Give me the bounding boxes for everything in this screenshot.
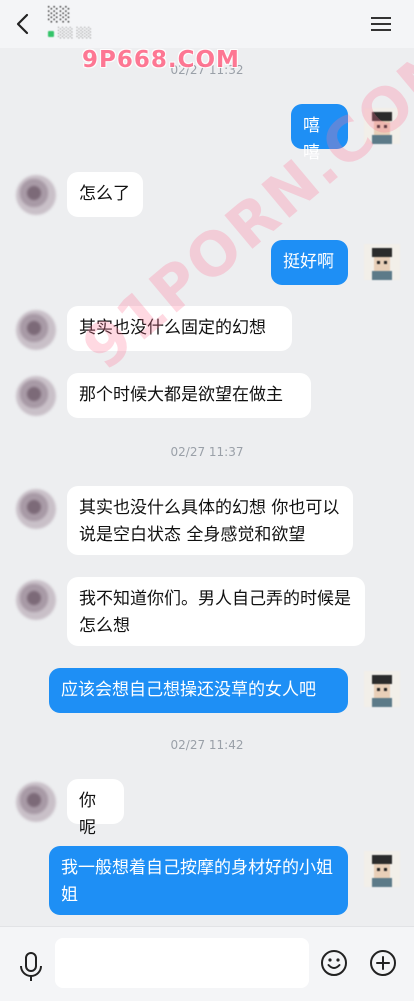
contact-status-text: ░░ ░░ — [58, 28, 92, 39]
plus-icon[interactable] — [369, 949, 397, 977]
avatar[interactable] — [364, 851, 400, 887]
contact-status: ░░ ░░ — [48, 28, 92, 39]
watermark: 9P668.COM — [82, 47, 240, 73]
chevron-left-icon[interactable] — [12, 12, 36, 36]
timestamp: 02/27 11:37 — [170, 445, 244, 459]
avatar[interactable] — [364, 671, 400, 707]
online-indicator — [48, 30, 54, 37]
avatar[interactable] — [16, 376, 56, 416]
avatar[interactable] — [16, 310, 56, 350]
message-bubble-received[interactable]: 你呢 — [67, 779, 124, 838]
avatar[interactable] — [364, 244, 400, 280]
menu-icon[interactable] — [370, 14, 392, 34]
message-input[interactable] — [55, 938, 309, 988]
chat-header: ░░ ░░ ░░ — [0, 0, 414, 48]
message-bubble-sent[interactable]: 应该会想自己想操还没草的女人吧 — [49, 668, 348, 713]
message-bubble-received[interactable]: 那个时候大都是欲望在做主 — [67, 373, 311, 418]
message-bubble-received[interactable]: 怎么了 — [67, 172, 143, 217]
avatar[interactable] — [16, 782, 56, 822]
avatar[interactable] — [16, 580, 56, 620]
message-bubble-received[interactable]: 我不知道你们。男人自己弄的时候是怎么想 — [67, 577, 365, 646]
microphone-icon[interactable] — [18, 952, 44, 982]
message-bubble-received[interactable]: 其实也没什么具体的幻想 你也可以说是空白状态 全身感觉和欲望 — [67, 486, 353, 555]
avatar[interactable] — [16, 489, 56, 529]
contact-name[interactable]: ░░ — [48, 7, 72, 23]
message-bubble-sent[interactable]: 挺好啊 — [271, 240, 348, 285]
message-composer — [0, 926, 414, 1001]
avatar[interactable] — [16, 175, 56, 215]
message-bubble-sent[interactable]: 我一般想着自己按摩的身材好的小姐姐 — [49, 846, 348, 915]
timestamp: 02/27 11:42 — [170, 738, 244, 752]
emoji-icon[interactable] — [320, 949, 348, 977]
